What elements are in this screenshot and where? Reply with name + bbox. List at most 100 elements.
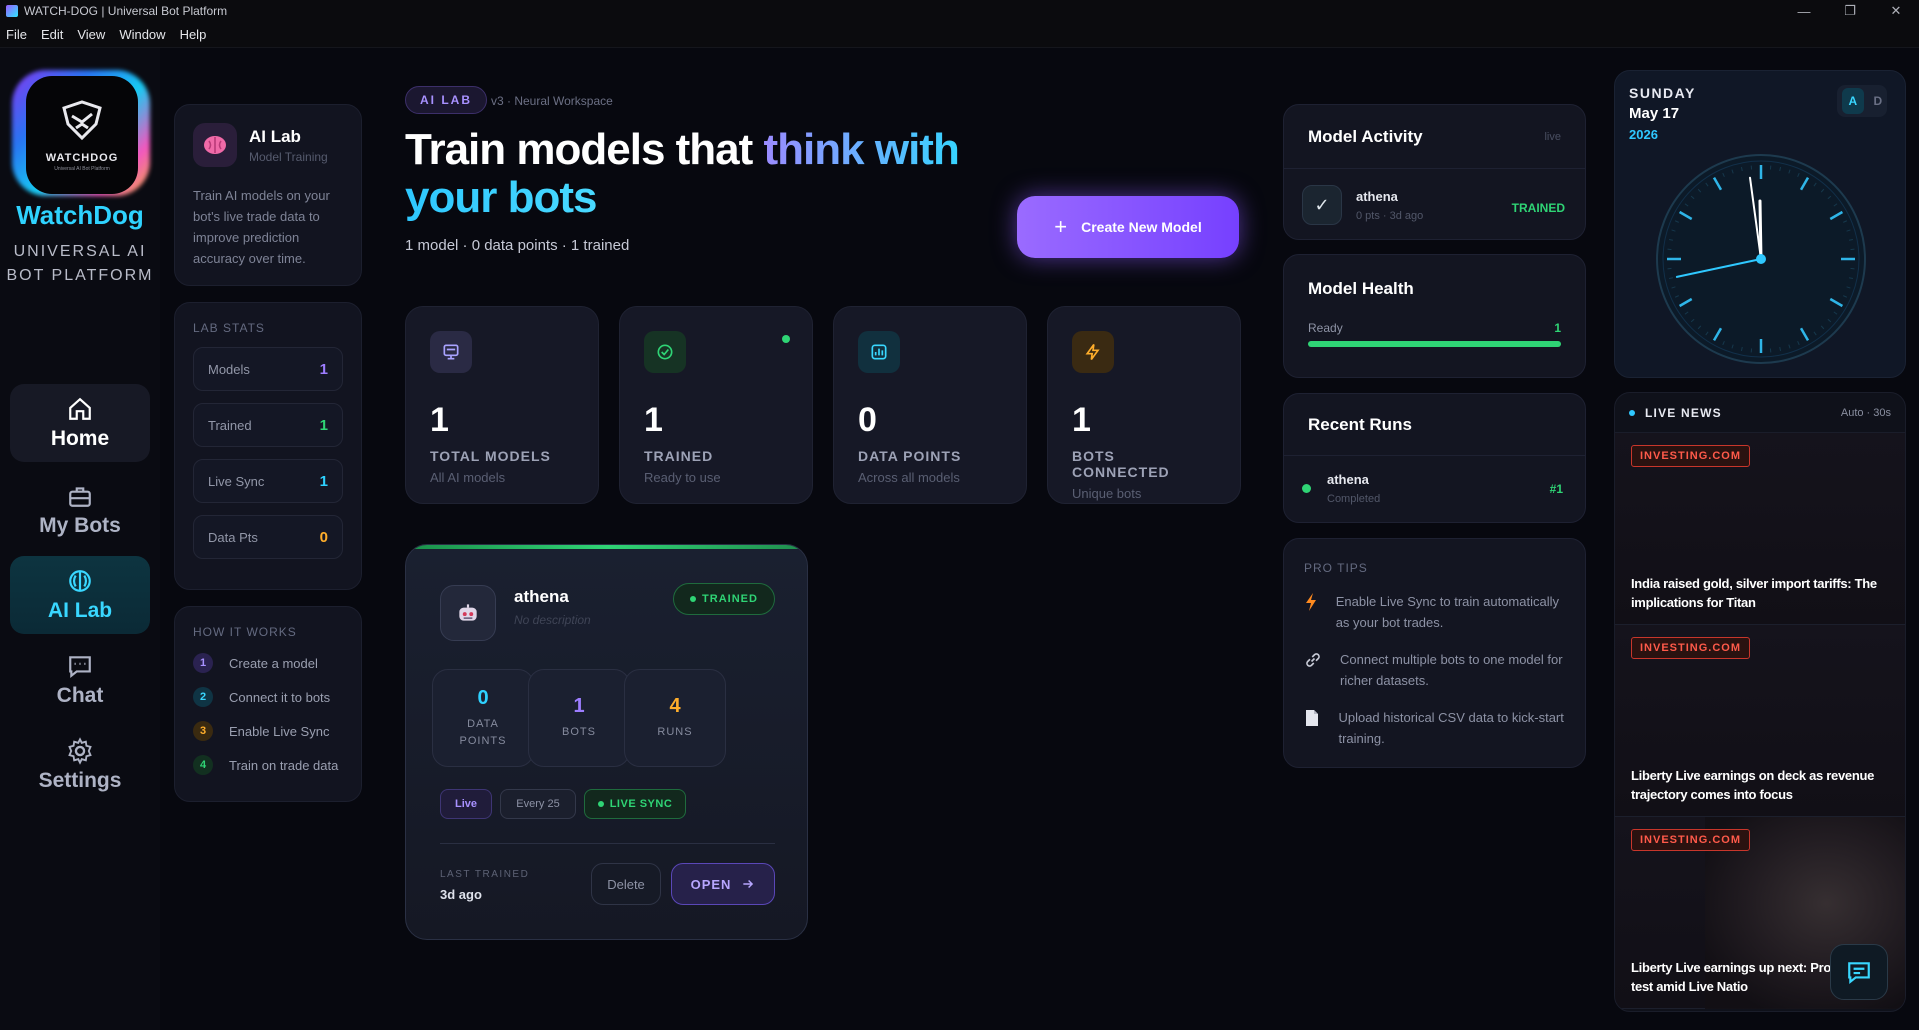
window-controls: — ❐ ✕ bbox=[1781, 0, 1919, 22]
pro-tips-label: PRO TIPS bbox=[1304, 561, 1368, 575]
window-title: WATCH-DOG | Universal Bot Platform bbox=[24, 4, 228, 18]
lightning-icon bbox=[1304, 593, 1318, 633]
news-item[interactable]: INVESTING.COM Liberty Live earnings on d… bbox=[1615, 625, 1905, 817]
lab-stat-live-sync: Live Sync 1 bbox=[193, 459, 343, 503]
live-sync-chip[interactable]: LIVE SYNC bbox=[584, 789, 686, 819]
recent-runs-title: Recent Runs bbox=[1308, 414, 1412, 434]
run-item[interactable]: athena Completed bbox=[1302, 472, 1380, 505]
nav-chat[interactable]: Chat bbox=[10, 641, 150, 719]
nav-home-label: Home bbox=[50, 427, 110, 450]
create-new-model-button[interactable]: + Create New Model bbox=[1017, 196, 1239, 258]
menu-file[interactable]: File bbox=[6, 27, 27, 42]
interval-chip[interactable]: Every 25 bbox=[500, 789, 576, 819]
nav-home[interactable]: Home bbox=[10, 384, 150, 462]
nav-my-bots[interactable]: My Bots bbox=[10, 471, 150, 549]
model-description: No description bbox=[514, 613, 591, 627]
news-auto-refresh[interactable]: Auto · 30s bbox=[1841, 407, 1891, 419]
model-stat-bots: 1 BOTS bbox=[528, 669, 630, 767]
briefcase-icon bbox=[66, 482, 94, 510]
brain-icon bbox=[193, 123, 237, 167]
news-item[interactable]: INVESTING.COM India raised gold, silver … bbox=[1615, 433, 1905, 625]
clock-date: May 17 bbox=[1629, 105, 1680, 122]
lab-stat-trained: Trained 1 bbox=[193, 403, 343, 447]
lab-stat-data-pts: Data Pts 0 bbox=[193, 515, 343, 559]
page-title: Train models that think with your bots bbox=[405, 125, 960, 222]
chat-icon bbox=[1848, 962, 1870, 985]
ai-lab-description: Train AI models on your bot's live trade… bbox=[193, 188, 330, 266]
menu-window[interactable]: Window bbox=[119, 27, 165, 42]
clock-mode-toggle[interactable]: A D bbox=[1837, 85, 1887, 117]
tip-item: Connect multiple bots to one model for r… bbox=[1304, 649, 1565, 691]
brain-icon bbox=[66, 567, 94, 595]
how-step: 1 Create a model bbox=[193, 653, 343, 673]
pro-tips-card: PRO TIPS Enable Live Sync to train autom… bbox=[1283, 538, 1586, 768]
health-track bbox=[1308, 341, 1561, 347]
minimize-button[interactable]: — bbox=[1781, 0, 1827, 22]
check-circle-icon bbox=[644, 331, 686, 373]
nav-ai-lab-label: AI Lab bbox=[47, 599, 113, 622]
version-label: v3 · Neural Workspace bbox=[491, 94, 613, 108]
lab-stat-models: Models 1 bbox=[193, 347, 343, 391]
gear-icon bbox=[66, 737, 94, 765]
ai-lab-badge: AI LAB bbox=[405, 86, 487, 114]
title-bar: WATCH-DOG | Universal Bot Platform — ❐ ✕ bbox=[0, 0, 1919, 22]
tip-item: Upload historical CSV data to kick-start… bbox=[1304, 707, 1565, 749]
model-name: athena bbox=[514, 587, 569, 606]
model-stat-runs: 4 RUNS bbox=[624, 669, 726, 767]
menu-view[interactable]: View bbox=[77, 27, 105, 42]
clock-year: 2026 bbox=[1629, 127, 1658, 142]
news-headline: Liberty Live earnings on deck as revenue… bbox=[1631, 768, 1875, 802]
health-value: 1 bbox=[1554, 321, 1561, 335]
activity-item[interactable]: ✓ athena 0 pts · 3d ago bbox=[1302, 185, 1423, 225]
analog-mode-button[interactable]: A bbox=[1841, 88, 1864, 114]
check-icon: ✓ bbox=[1302, 185, 1342, 225]
clock-widget: SUNDAY May 17 2026 A D bbox=[1614, 70, 1906, 378]
run-rank: #1 bbox=[1549, 482, 1563, 496]
link-icon bbox=[1304, 651, 1322, 691]
analog-clock bbox=[1656, 154, 1866, 364]
model-card[interactable]: athena No description TRAINED 0 DATA POIN… bbox=[405, 544, 808, 940]
news-source: INVESTING.COM bbox=[1631, 829, 1751, 851]
news-headline: India raised gold, silver import tariffs… bbox=[1631, 576, 1877, 610]
maximize-button[interactable]: ❐ bbox=[1827, 0, 1873, 22]
digital-mode-button[interactable]: D bbox=[1873, 94, 1882, 108]
plus-icon: + bbox=[1054, 214, 1068, 239]
last-trained-label: LAST TRAINED bbox=[440, 869, 530, 880]
app-logo[interactable]: WATCHDOG Universal AI Bot Platform bbox=[12, 66, 150, 196]
menu-help[interactable]: Help bbox=[180, 27, 207, 42]
clock-day: SUNDAY bbox=[1629, 85, 1696, 101]
model-activity-card: Model Activity live ✓ athena 0 pts · 3d … bbox=[1283, 104, 1586, 240]
brand-name: WatchDog bbox=[16, 200, 144, 230]
health-progress-bar bbox=[1308, 341, 1561, 347]
nav-ai-lab[interactable]: AI Lab bbox=[10, 556, 150, 634]
lightning-icon bbox=[1072, 331, 1114, 373]
how-it-works-label: HOW IT WORKS bbox=[193, 625, 297, 639]
logo-tagline: Universal AI Bot Platform bbox=[54, 166, 110, 172]
logo-wordmark: WATCHDOG bbox=[45, 152, 119, 164]
ai-lab-title: AI Lab bbox=[249, 126, 301, 146]
news-source: INVESTING.COM bbox=[1631, 445, 1751, 467]
live-news-panel: LIVE NEWS Auto · 30s INVESTING.COM India… bbox=[1614, 392, 1906, 1012]
open-model-button[interactable]: OPEN bbox=[671, 863, 775, 905]
delete-model-button[interactable]: Delete bbox=[591, 863, 661, 905]
ai-lab-subtitle: Model Training bbox=[249, 149, 328, 164]
app-icon bbox=[6, 5, 18, 17]
divider bbox=[440, 843, 775, 844]
nav-chat-label: Chat bbox=[56, 684, 104, 707]
metric-bots-connected: 1 BOTS CONNECTED Unique bots bbox=[1047, 306, 1241, 504]
recent-runs-card: Recent Runs athena Completed #1 bbox=[1283, 393, 1586, 523]
ai-lab-info-card: AI Lab Model Training Train AI models on… bbox=[174, 104, 362, 286]
sidebar: WATCHDOG Universal AI Bot Platform Watch… bbox=[0, 48, 160, 1030]
bar-chart-icon bbox=[858, 331, 900, 373]
mode-chip-live[interactable]: Live bbox=[440, 789, 492, 819]
robot-icon bbox=[440, 585, 496, 641]
menu-edit[interactable]: Edit bbox=[41, 27, 63, 42]
nav-settings[interactable]: Settings bbox=[10, 726, 150, 804]
arrow-right-icon bbox=[743, 879, 754, 889]
lab-stats-label: LAB STATS bbox=[193, 321, 265, 335]
nav-my-bots-label: My Bots bbox=[39, 514, 121, 537]
close-button[interactable]: ✕ bbox=[1873, 0, 1919, 22]
file-icon bbox=[1304, 709, 1320, 749]
status-badge: TRAINED bbox=[673, 583, 775, 615]
chat-fab-button[interactable] bbox=[1830, 944, 1888, 1000]
